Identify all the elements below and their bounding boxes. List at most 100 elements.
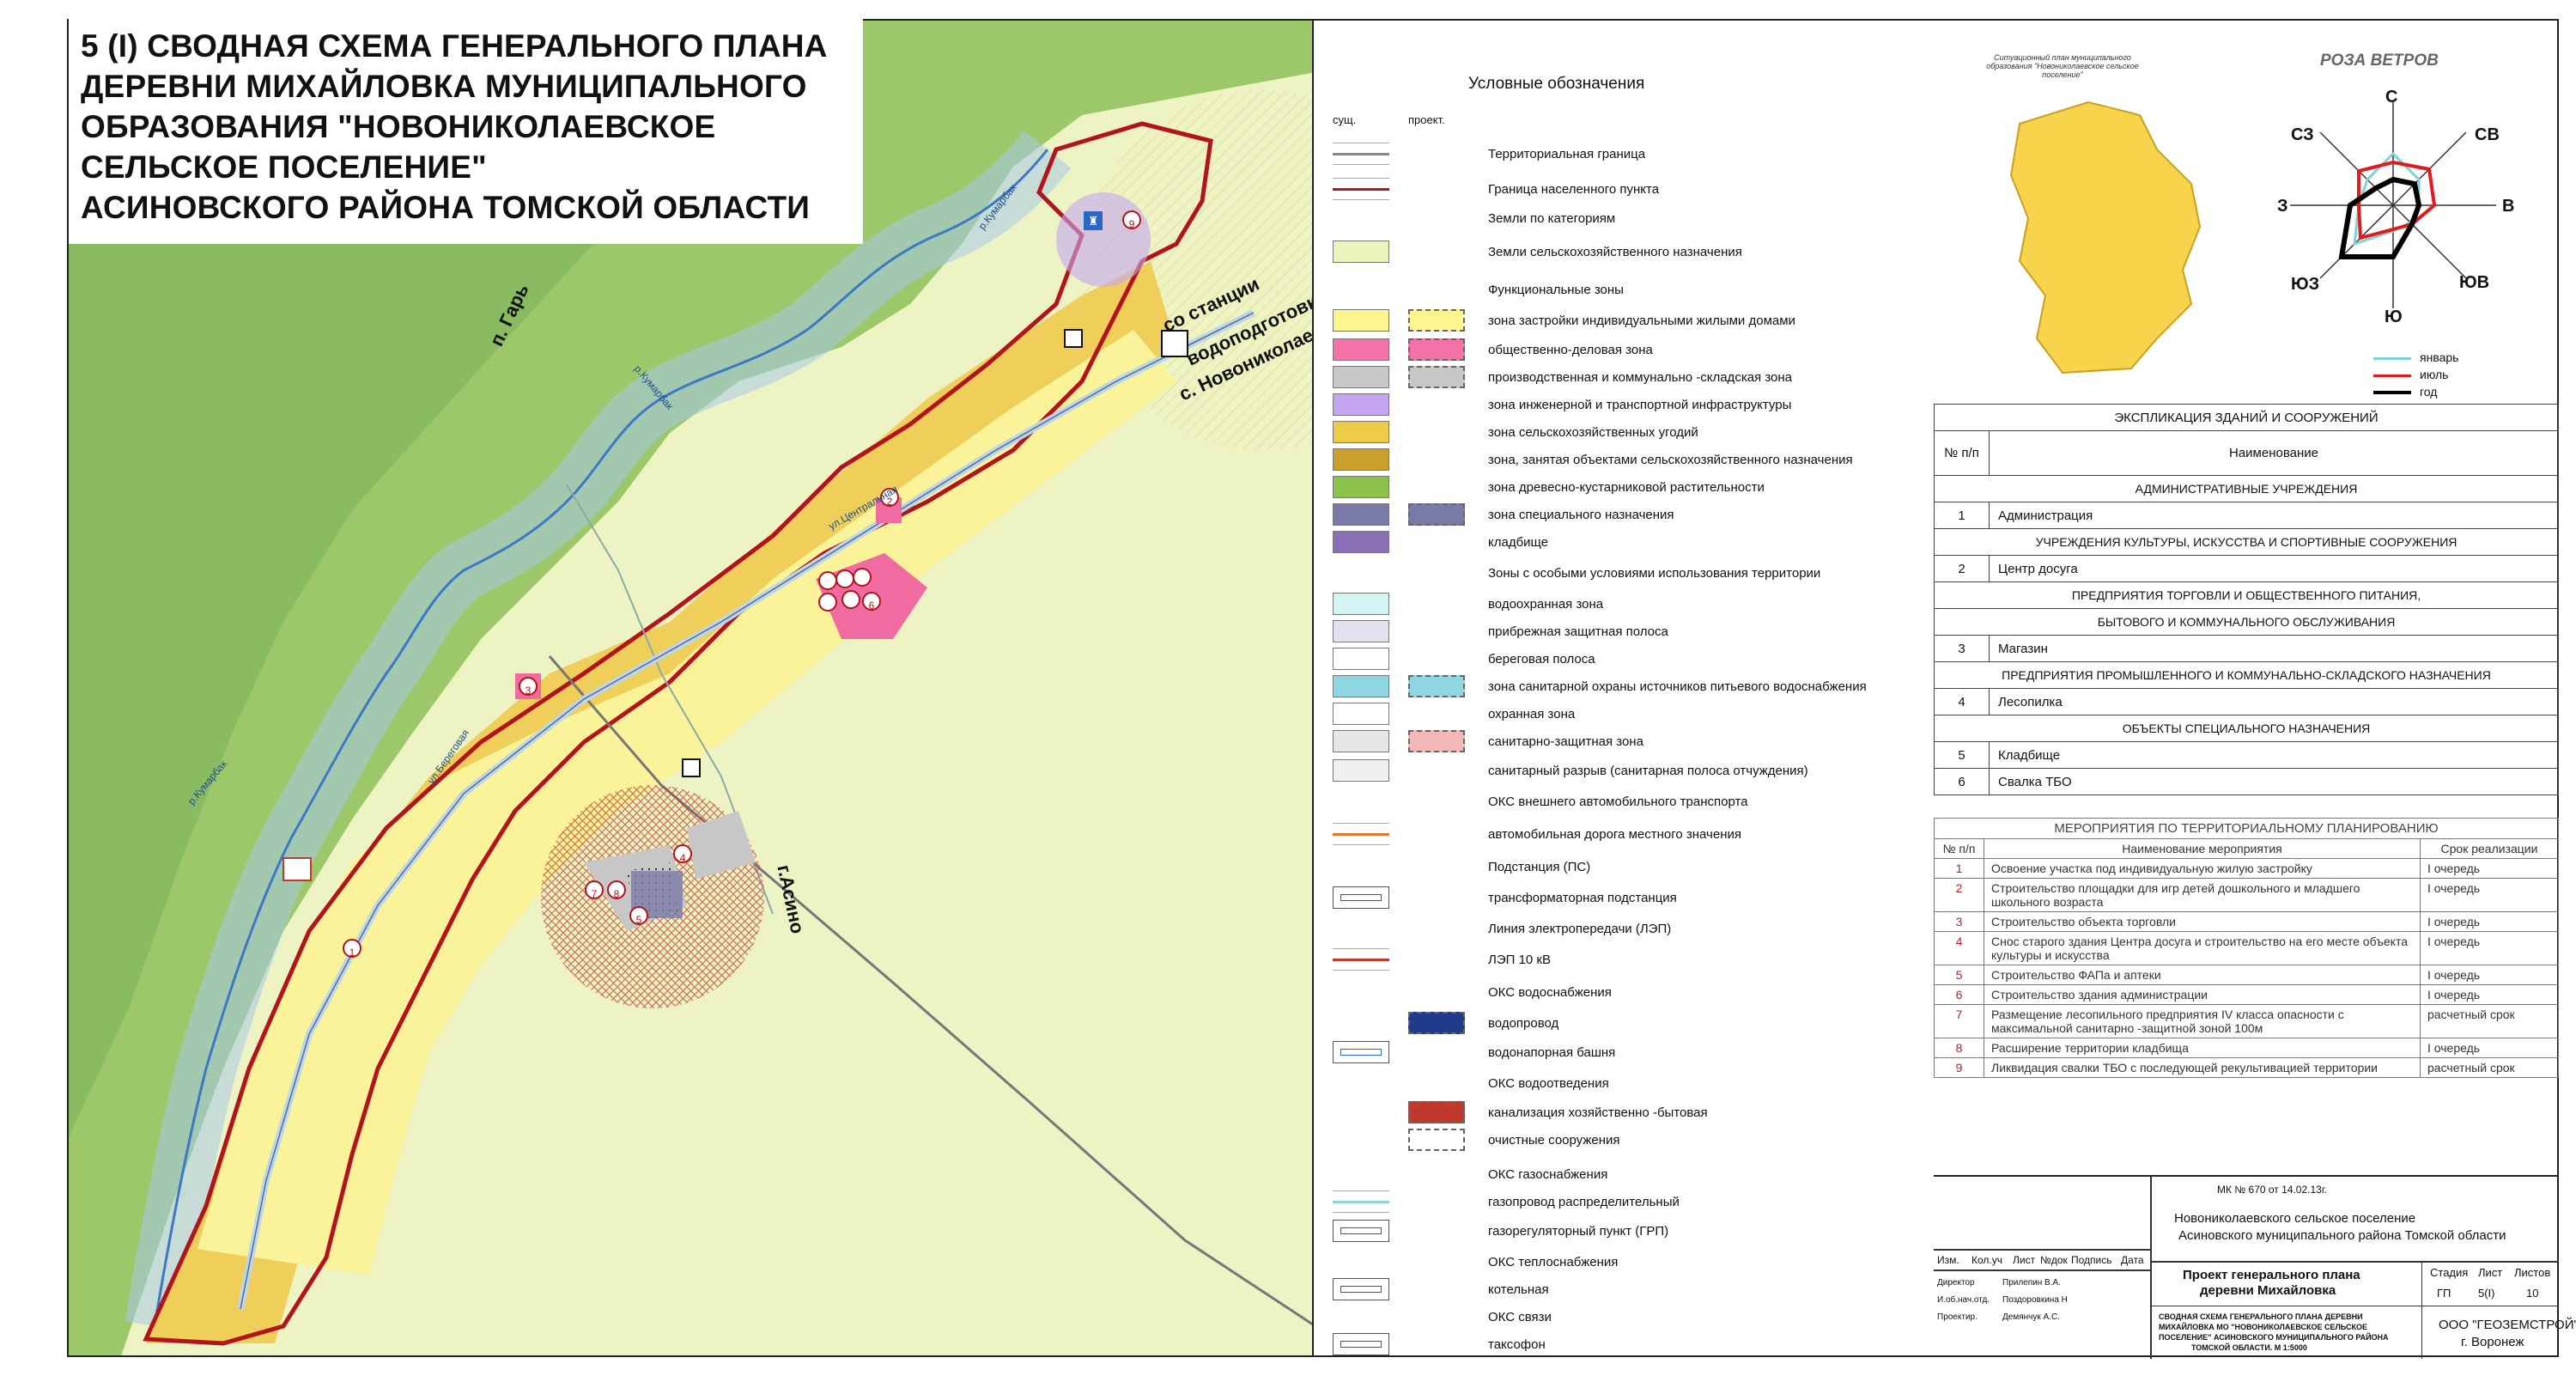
legend-item: зона специального назначения bbox=[1314, 503, 1934, 526]
legend-item: газопровод распределительный bbox=[1314, 1190, 1934, 1213]
explication-body: АДМИНИСТРАТИВНЫЕ УЧРЕЖДЕНИЯ 1 Администраци… bbox=[1934, 475, 2559, 795]
legend-label: зона специального назначения bbox=[1488, 508, 1674, 522]
legend-swatch bbox=[1333, 1190, 1389, 1213]
legend-label: таксофон bbox=[1488, 1337, 1546, 1352]
measures-table: МЕРОПРИЯТИЯ ПО ТЕРРИТОРИАЛЬНОМУ ПЛАНИРОВ… bbox=[1934, 818, 2559, 1078]
legend-label: зона древесно-кустарниковой растительнос… bbox=[1488, 480, 1765, 495]
sheet-title-3: ПОСЕЛЕНИЕ" АСИНОВСКОГО МУНИЦИПАЛЬНОГО РА… bbox=[2159, 1333, 2389, 1342]
legend-item: трансформаторная подстанция bbox=[1314, 886, 1934, 909]
explication-section: АДМИНИСТРАТИВНЫЕ УЧРЕЖДЕНИЯ bbox=[1934, 475, 2559, 502]
legend-label: прибрежная защитная полоса bbox=[1488, 624, 1668, 639]
legend-swatch bbox=[1333, 886, 1389, 909]
legend-label: ЛЭП 10 кВ bbox=[1488, 953, 1551, 967]
legend-swatch bbox=[1333, 531, 1389, 553]
role-1: Директор bbox=[1937, 1278, 1975, 1288]
drawing-sheet: ♜ 123456789 р.Кумарбак р.Кумарбак р.Кума… bbox=[0, 0, 2576, 1376]
explication-section: ОБЪЕКТЫ СПЕЦИАЛЬНОГО НАЗНАЧЕНИЯ bbox=[1934, 715, 2559, 742]
legend-swatch bbox=[1333, 366, 1389, 388]
map-title: 5 (I) СВОДНАЯ СХЕМА ГЕНЕРАЛЬНОГО ПЛАНА Д… bbox=[69, 19, 863, 244]
legend-label: ОКС газоснабжения bbox=[1488, 1167, 1608, 1182]
legend-item: Зоны с особыми условиями использования т… bbox=[1314, 562, 1934, 584]
legend-title: Условные обозначения bbox=[1468, 75, 1645, 93]
legend-swatch-project bbox=[1408, 675, 1465, 697]
legend-label: общественно-деловая зона bbox=[1488, 343, 1653, 357]
legend-swatch bbox=[1333, 1041, 1389, 1063]
table-row: 7 Размещение лесопильного предприятия IV … bbox=[1934, 1004, 2559, 1038]
explication-name: Лесопилка bbox=[1989, 688, 2559, 715]
legend-swatch-project bbox=[1408, 366, 1465, 388]
legend-item: водоохранная зона bbox=[1314, 593, 1934, 615]
measure-num: 5 bbox=[1934, 965, 1984, 985]
name-3: Демянчук А.С. bbox=[2002, 1312, 2060, 1322]
legend-swatch-project bbox=[1408, 1101, 1465, 1123]
map-marker-number: 3 bbox=[526, 685, 532, 697]
legend-label: Зоны с особыми условиями использования т… bbox=[1488, 566, 1821, 581]
col-list: Лист bbox=[2013, 1254, 2036, 1266]
measure-name: Размещение лесопильного предприятия IV к… bbox=[1984, 1004, 2421, 1038]
legend-panel: Условные обозначения сущ. проект. Террит… bbox=[1314, 19, 1934, 1357]
table-row: 5 Строительство ФАПа и аптеки I очередь bbox=[1934, 965, 2559, 985]
legend-label: канализация хозяйственно -бытовая bbox=[1488, 1105, 1708, 1120]
table-row: 5 Кладбище bbox=[1934, 741, 2559, 769]
table-row: 8 Расширение территории кладбища I очередь bbox=[1934, 1038, 2559, 1058]
legend-swatch-project bbox=[1408, 309, 1465, 332]
legend-swatch bbox=[1333, 309, 1389, 332]
company-city: г. Воронеж bbox=[2461, 1335, 2524, 1349]
legend-swatch bbox=[1333, 759, 1389, 782]
direction-nw: СЗ bbox=[2291, 125, 2314, 144]
measure-name: Ликвидация свалки ТБО с последующей реку… bbox=[1984, 1057, 2421, 1078]
legend-swatch bbox=[1333, 503, 1389, 526]
measure-term: I очередь bbox=[2420, 878, 2559, 912]
direction-ne: СВ bbox=[2475, 125, 2500, 144]
map-marker-number: 1 bbox=[349, 947, 355, 959]
direction-e: В bbox=[2502, 197, 2515, 216]
measure-num: 1 bbox=[1934, 858, 1984, 879]
table-row: ПРЕДПРИЯТИЯ ТОРГОВЛИ И ОБЩЕСТВЕННОГО ПИТ… bbox=[1934, 581, 2559, 609]
measure-num: 7 bbox=[1934, 1004, 1984, 1038]
map-marker-number: 4 bbox=[680, 852, 686, 864]
rose-legend-year: год bbox=[2373, 385, 2437, 399]
col-list-2: Лист bbox=[2478, 1266, 2503, 1279]
table-row: УЧРЕЖДЕНИЯ КУЛЬТУРЫ, ИСКУССТВА И СПОРТИВ… bbox=[1934, 528, 2559, 556]
table-row: 1 Администрация bbox=[1934, 502, 2559, 529]
title-line: ДЕРЕВНИ МИХАЙЛОВКА МУНИЦИПАЛЬНОГО bbox=[81, 69, 807, 104]
legend-item: канализация хозяйственно -бытовая bbox=[1314, 1101, 1934, 1123]
legend-swatch bbox=[1333, 178, 1389, 200]
legend-label: автомобильная дорога местного значения bbox=[1488, 827, 1741, 842]
measure-term: I очередь bbox=[2420, 965, 2559, 985]
sheet-title-2: МИХАЙЛОВКА МО "НОВОНИКОЛАЕВСКОЕ СЕЛЬСКОЕ bbox=[2159, 1323, 2368, 1331]
measures-col-term: Срок реализации bbox=[2420, 838, 2559, 859]
legend-item: ОКС газоснабжения bbox=[1314, 1163, 1934, 1185]
legend-item: производственная и коммунально -складска… bbox=[1314, 366, 1934, 388]
legend-item: ОКС внешнего автомобильного транспорта bbox=[1314, 790, 1934, 813]
legend-swatch bbox=[1333, 730, 1389, 752]
measure-term: I очередь bbox=[2420, 931, 2559, 965]
table-row: 3 Строительство объекта торговли I очередь bbox=[1934, 911, 2559, 932]
measure-num: 8 bbox=[1934, 1038, 1984, 1058]
explication-col-num: № п/п bbox=[1934, 430, 1990, 476]
title-line: СЕЛЬСКОЕ ПОСЕЛЕНИЕ" bbox=[81, 149, 487, 185]
legend-col-existing: сущ. bbox=[1333, 113, 1357, 126]
legend-swatch bbox=[1333, 1333, 1389, 1355]
legend-item: ОКС связи bbox=[1314, 1306, 1934, 1328]
legend-item: кладбище bbox=[1314, 531, 1934, 553]
legend-item: автомобильная дорога местного значения bbox=[1314, 823, 1934, 845]
legend-swatch bbox=[1333, 823, 1389, 845]
explication-num: 4 bbox=[1934, 688, 1990, 715]
legend-label: газопровод распределительный bbox=[1488, 1195, 1680, 1209]
table-row: 2 Строительство площадки для игр детей до… bbox=[1934, 878, 2559, 912]
legend-label: Граница населенного пункта bbox=[1488, 182, 1660, 197]
project-title-1: Проект генерального плана bbox=[2183, 1268, 2360, 1282]
direction-se: ЮВ bbox=[2459, 273, 2490, 292]
legend-label: газорегуляторный пункт (ГРП) bbox=[1488, 1224, 1669, 1239]
legend-item: зона застройки индивидуальными жилыми до… bbox=[1314, 309, 1934, 332]
map-marker-number: 6 bbox=[869, 600, 875, 612]
title-line: ОБРАЗОВАНИЯ "НОВОНИКОЛАЕВСКОЕ bbox=[81, 109, 716, 144]
direction-w: З bbox=[2277, 197, 2288, 216]
explication-section: БЫТОВОГО И КОММУНАЛЬНОГО ОБСЛУЖИВАНИЯ bbox=[1934, 608, 2559, 636]
legend-item: ОКС водоотведения bbox=[1314, 1072, 1934, 1094]
measure-name: Снос старого здания Центра досуга и стро… bbox=[1984, 931, 2421, 965]
measure-term: расчетный срок bbox=[2420, 1057, 2559, 1078]
legend-item: Линия электропередачи (ЛЭП) bbox=[1314, 917, 1934, 940]
explication-name: Центр досуга bbox=[1989, 555, 2559, 582]
